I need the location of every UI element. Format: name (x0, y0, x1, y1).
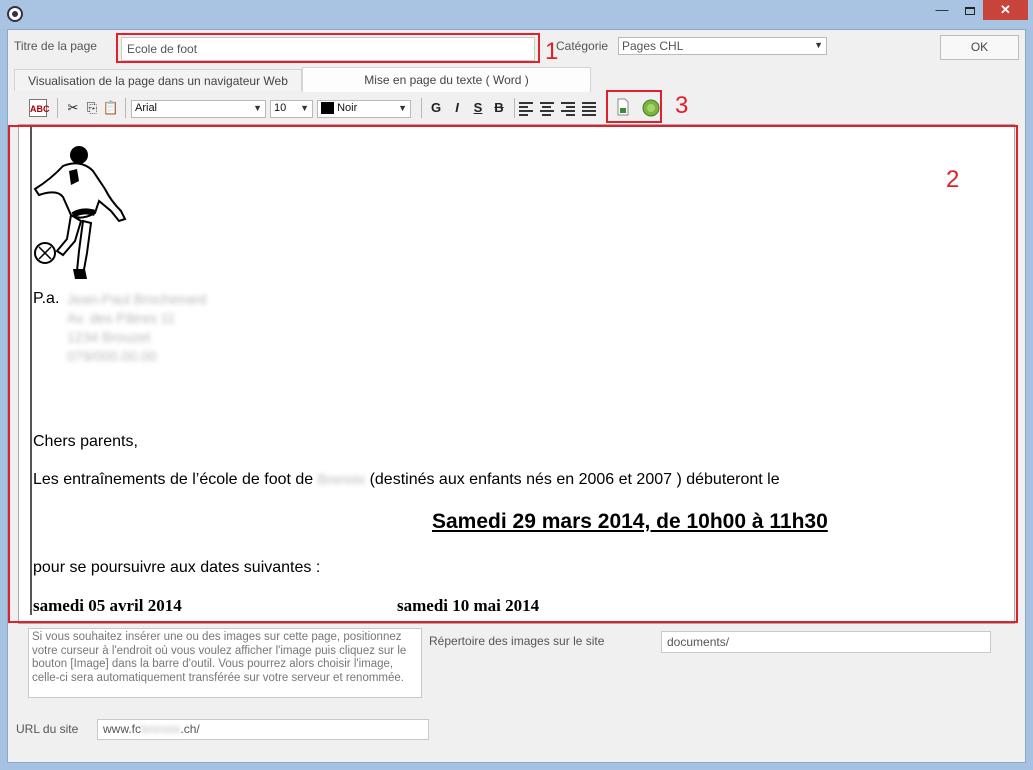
images-dir-input[interactable]: documents/ (661, 631, 991, 653)
annotation-label-2: 2 (946, 166, 960, 193)
editor-toolbar: ABC ✂ ⎘ 📋 Arial ▼ 10 ▼ Noir ▼ G I S B 3 (15, 90, 1019, 123)
align-justify-icon[interactable] (582, 100, 596, 118)
underline-button[interactable]: S (469, 99, 487, 117)
annotation-box-1 (116, 33, 540, 63)
page-title-label: Titre de la page (14, 39, 97, 53)
app-icon (7, 6, 23, 22)
maximize-button[interactable] (956, 0, 983, 20)
close-button[interactable]: ✕ (983, 0, 1028, 20)
strikethrough-button[interactable]: B (490, 99, 508, 117)
annotation-label-3: 3 (675, 92, 689, 119)
images-dir-label: Répertoire des images sur le site (429, 634, 605, 648)
category-label: Catégorie (556, 39, 609, 53)
font-size-select[interactable]: 10 ▼ (270, 100, 313, 118)
chevron-down-icon: ▼ (300, 103, 309, 113)
align-left-icon[interactable] (519, 100, 533, 118)
paste-icon[interactable]: 📋 (102, 99, 120, 117)
site-url-suffix: .ch/ (180, 722, 200, 736)
copy-icon[interactable]: ⎘ (83, 99, 101, 117)
align-right-icon[interactable] (561, 100, 575, 118)
align-center-icon[interactable] (540, 100, 554, 118)
maximize-icon (964, 6, 975, 15)
spellcheck-icon[interactable]: ABC (29, 99, 50, 117)
bold-button[interactable]: G (427, 99, 445, 117)
tab-browser-preview[interactable]: Visualisation de la page dans un navigat… (14, 69, 302, 91)
minimize-button[interactable]: — (929, 0, 955, 20)
site-url-prefix: www.fc (103, 722, 142, 736)
cut-icon[interactable]: ✂ (64, 99, 82, 117)
color-swatch (321, 102, 334, 115)
color-select[interactable]: Noir ▼ (317, 100, 411, 118)
site-url-input[interactable]: www.fcbrenoix.ch/ (97, 719, 429, 740)
font-size-value: 10 (274, 102, 287, 114)
annotation-box-3 (606, 90, 662, 123)
title-bar: — ✕ (0, 0, 1033, 29)
chevron-down-icon: ▼ (253, 103, 262, 113)
ok-button[interactable]: OK (940, 35, 1019, 60)
italic-button[interactable]: I (448, 99, 466, 117)
main-panel: Titre de la page Ecole de foot 1 Catégor… (7, 29, 1026, 763)
tab-word-layout[interactable]: Mise en page du texte ( Word ) (302, 67, 591, 92)
site-url-blurred: brenoix (141, 722, 181, 736)
chevron-down-icon: ▼ (814, 40, 823, 50)
chevron-down-icon: ▼ (398, 103, 407, 113)
image-help-text: Si vous souhaitez insérer une ou des ima… (28, 628, 422, 698)
font-select[interactable]: Arial ▼ (131, 100, 266, 118)
category-select[interactable]: Pages CHL ▼ (618, 37, 827, 55)
site-url-label: URL du site (16, 722, 79, 736)
font-value: Arial (135, 102, 158, 114)
category-value: Pages CHL (622, 39, 684, 53)
color-value: Noir (337, 102, 358, 114)
annotation-box-2 (8, 125, 1018, 623)
